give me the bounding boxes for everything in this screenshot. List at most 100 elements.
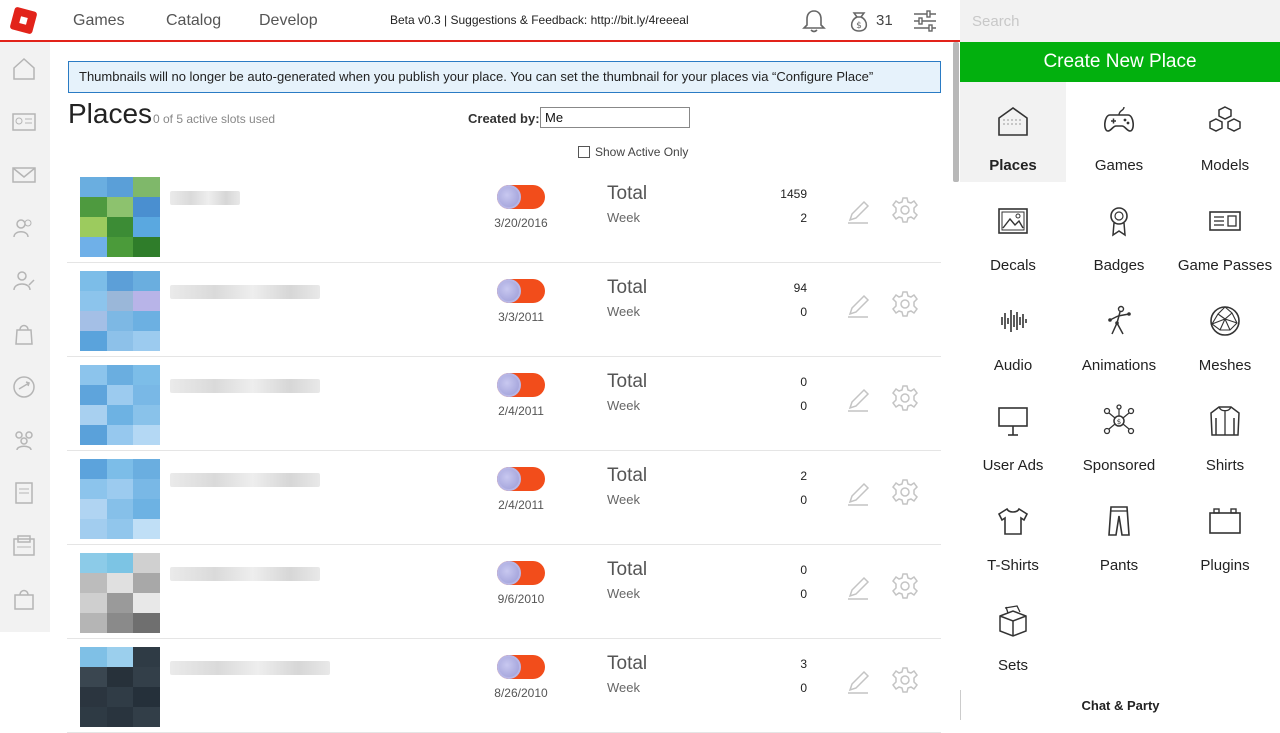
place-thumbnail[interactable] (80, 271, 160, 351)
tile-places[interactable]: Places (960, 82, 1066, 182)
nav-games-link[interactable]: Games (73, 12, 125, 30)
home-icon[interactable] (11, 56, 37, 82)
friends-icon[interactable] (11, 215, 37, 241)
gear-icon[interactable] (891, 478, 919, 506)
visits-week-label: Week (607, 492, 640, 507)
scrollbar[interactable] (953, 42, 959, 182)
tile-label: Sets (997, 657, 1028, 674)
top-bar: Games Catalog Develop Beta v0.3 | Sugges… (0, 0, 960, 42)
tile-animations[interactable]: Animations (1066, 282, 1172, 382)
groups-icon[interactable] (11, 427, 37, 453)
shop-icon[interactable] (11, 586, 37, 612)
place-active-toggle[interactable] (497, 279, 545, 303)
place-name-redacted[interactable] (170, 473, 320, 487)
robux-count[interactable]: 31 (876, 12, 893, 29)
visits-week-label: Week (607, 304, 640, 319)
gear-icon[interactable] (891, 290, 919, 318)
tile-games[interactable]: Games (1066, 82, 1172, 182)
place-active-toggle[interactable] (497, 561, 545, 585)
place-thumbnail[interactable] (80, 459, 160, 539)
place-thumbnail[interactable] (80, 177, 160, 257)
animation-rig-icon (1108, 305, 1131, 335)
forum-icon[interactable] (11, 480, 37, 506)
tile-game-passes[interactable]: Game Passes (1172, 182, 1278, 282)
roblox-logo-icon[interactable] (9, 6, 38, 35)
nav-develop-link[interactable]: Develop (259, 12, 318, 30)
visits-week-value: 0 (800, 493, 807, 507)
created-by-label: Created by: (468, 111, 540, 126)
tile-shirts[interactable]: Shirts (1172, 382, 1278, 482)
beta-feedback-text: Beta v0.3 | Suggestions & Feedback: http… (390, 13, 689, 27)
messages-icon[interactable] (11, 162, 37, 188)
tile-label: Pants (1099, 557, 1139, 574)
place-active-toggle[interactable] (497, 467, 545, 491)
edit-pencil-icon[interactable] (845, 481, 871, 507)
pants-icon (1108, 506, 1130, 536)
tile-sponsored[interactable]: $ Sponsored (1066, 382, 1172, 482)
tile-decals[interactable]: Decals (960, 182, 1066, 282)
gear-icon[interactable] (891, 666, 919, 694)
place-name-redacted[interactable] (170, 191, 240, 205)
place-name-redacted[interactable] (170, 661, 330, 675)
place-active-toggle[interactable] (497, 655, 545, 679)
gear-icon[interactable] (891, 196, 919, 224)
tile-user-ads[interactable]: User Ads (960, 382, 1066, 482)
visits-total-value: 0 (800, 375, 807, 389)
visits-total-label: Total (607, 183, 648, 204)
place-thumbnail[interactable] (80, 647, 160, 727)
tile-models[interactable]: Models (1172, 82, 1278, 182)
place-name-redacted[interactable] (170, 567, 320, 581)
gear-icon[interactable] (891, 572, 919, 600)
place-date: 9/6/2010 (497, 592, 545, 606)
trade-icon[interactable] (11, 374, 37, 400)
game-pass-ticket-icon (1209, 211, 1241, 231)
tile-audio[interactable]: Audio (960, 282, 1066, 382)
blog-icon[interactable] (11, 533, 37, 559)
mesh-sphere-icon (1210, 306, 1240, 336)
tile-plugins[interactable]: Plugins (1172, 482, 1278, 582)
tile-meshes[interactable]: Meshes (1172, 282, 1278, 382)
decal-image-icon (998, 208, 1028, 234)
place-active-toggle[interactable] (497, 185, 545, 209)
edit-pencil-icon[interactable] (845, 199, 871, 225)
nav-catalog-link[interactable]: Catalog (166, 12, 221, 30)
place-name-redacted[interactable] (170, 379, 320, 393)
place-thumbnail[interactable] (80, 553, 160, 633)
tile-label: Plugins (1200, 557, 1250, 574)
create-new-place-button[interactable]: Create New Place (960, 42, 1280, 82)
audio-waveform-icon (1001, 310, 1027, 332)
show-active-only-toggle[interactable]: Show Active Only (578, 145, 688, 159)
edit-pencil-icon[interactable] (845, 669, 871, 695)
visits-week-value: 0 (800, 305, 807, 319)
visits-week-label: Week (607, 680, 640, 695)
inventory-icon[interactable] (11, 321, 37, 347)
gear-icon[interactable] (891, 384, 919, 412)
robux-icon[interactable]: $ (846, 8, 872, 34)
avatar-icon[interactable] (11, 268, 37, 294)
tile-badges[interactable]: Badges (1066, 182, 1172, 282)
chat-party-button[interactable]: Chat & Party (960, 690, 1280, 720)
places-icon (998, 107, 1028, 136)
visits-total-label: Total (607, 371, 648, 392)
sponsored-network-icon: $ (1103, 404, 1135, 435)
place-active-toggle[interactable] (497, 373, 545, 397)
edit-pencil-icon[interactable] (845, 293, 871, 319)
created-by-select[interactable]: Me (540, 107, 690, 128)
bell-icon[interactable] (801, 8, 827, 34)
main-content: Thumbnails will no longer be auto-genera… (50, 42, 960, 733)
edit-pencil-icon[interactable] (845, 575, 871, 601)
search-input[interactable] (960, 0, 1280, 42)
tile-pants[interactable]: Pants (1066, 482, 1172, 582)
place-name-redacted[interactable] (170, 285, 320, 299)
tile-t-shirts[interactable]: T-Shirts (960, 482, 1066, 582)
gamepad-icon (1104, 106, 1134, 132)
place-row: 3/3/2011 Total Week 94 0 (67, 263, 941, 357)
place-thumbnail[interactable] (80, 365, 160, 445)
show-active-checkbox[interactable] (578, 146, 590, 158)
settings-sliders-icon[interactable] (912, 8, 938, 34)
tile-sets[interactable]: Sets (960, 582, 1066, 682)
tile-label: Places (989, 157, 1037, 174)
profile-icon[interactable] (11, 109, 37, 135)
edit-pencil-icon[interactable] (845, 387, 871, 413)
svg-text:$: $ (856, 21, 862, 31)
